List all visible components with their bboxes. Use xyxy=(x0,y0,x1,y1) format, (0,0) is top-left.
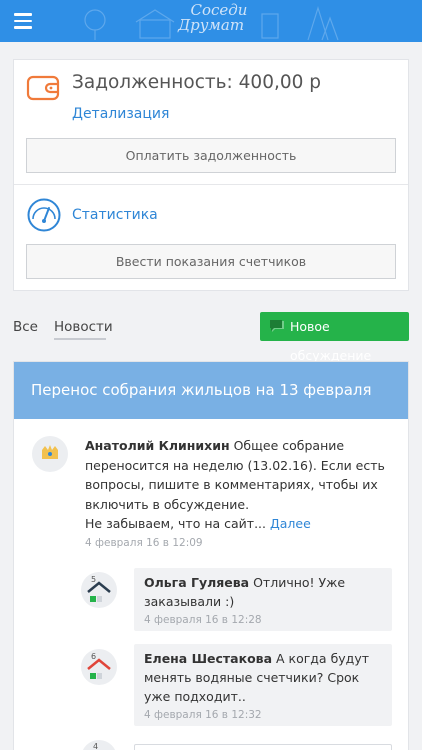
comment-bubble: Ольга Гуляева Отлично! Уже заказывали :)… xyxy=(134,568,392,631)
debt-title: Задолженность: 400,00 р xyxy=(72,72,322,93)
comment-author: Елена Шестакова xyxy=(144,651,273,666)
avatar: 4 xyxy=(81,740,117,750)
wallet-icon xyxy=(26,75,60,101)
comment-body: Ольга Гуляева Отлично! Уже заказывали :) xyxy=(144,573,384,611)
comment-timestamp: 4 февраля 16 в 12:28 xyxy=(144,614,262,626)
tab-all[interactable]: Все xyxy=(13,319,38,335)
news-feed: Перенос собрания жильцов на 13 февраля А… xyxy=(13,361,409,750)
floor-badge: 6 xyxy=(91,652,96,661)
logo-line-2: Друмат xyxy=(177,16,245,34)
post-text-continued: Не забываем, что на сайт... xyxy=(85,516,270,531)
statistics-link[interactable]: Статистика xyxy=(72,207,158,223)
comment-input[interactable] xyxy=(134,744,392,750)
house-icon: 5 xyxy=(87,575,111,602)
comment-author: Ольга Гуляева xyxy=(144,575,250,590)
avatar xyxy=(32,436,68,472)
card-divider xyxy=(14,184,408,185)
post-body: Анатолий Клинихин Общее собрание перенос… xyxy=(85,436,395,534)
gauge-icon xyxy=(27,198,61,232)
floor-badge: 5 xyxy=(91,575,96,584)
floor-badge: 4 xyxy=(93,742,98,750)
top-bar: Соседи Друмат xyxy=(0,0,422,42)
post-timestamp: 4 февраля 16 в 12:09 xyxy=(85,537,203,549)
comment-bubble: Елена Шестакова А когда будут менять вод… xyxy=(134,644,392,726)
avatar: 5 xyxy=(81,572,117,608)
avatar: 6 xyxy=(81,649,117,685)
post-header[interactable]: Перенос собрания жильцов на 13 февраля xyxy=(14,362,408,419)
comment-body: Елена Шестакова А когда будут менять вод… xyxy=(144,649,384,706)
house-icon: 4 xyxy=(93,742,98,750)
tab-news[interactable]: Новости xyxy=(54,319,113,335)
pay-debt-button[interactable]: Оплатить задолженность xyxy=(26,138,396,173)
hamburger-icon[interactable] xyxy=(14,13,32,29)
comment-timestamp: 4 февраля 16 в 12:32 xyxy=(144,709,262,721)
active-tab-indicator xyxy=(54,338,106,340)
house-icon: 6 xyxy=(87,652,111,679)
chat-icon xyxy=(270,320,284,332)
read-more-link[interactable]: Далее xyxy=(270,516,311,531)
new-discussion-button[interactable]: Новое обсуждение xyxy=(260,312,409,363)
post-title: Перенос собрания жильцов на 13 февраля xyxy=(31,381,372,399)
app-logo: Соседи Друмат xyxy=(172,3,256,39)
crown-icon xyxy=(42,445,58,459)
post-author: Анатолий Клинихин xyxy=(85,438,230,453)
details-link[interactable]: Детализация xyxy=(72,106,169,122)
account-card: Задолженность: 400,00 р Детализация Опла… xyxy=(13,59,409,291)
enter-meter-readings-button[interactable]: Ввести показания счетчиков xyxy=(26,244,396,279)
